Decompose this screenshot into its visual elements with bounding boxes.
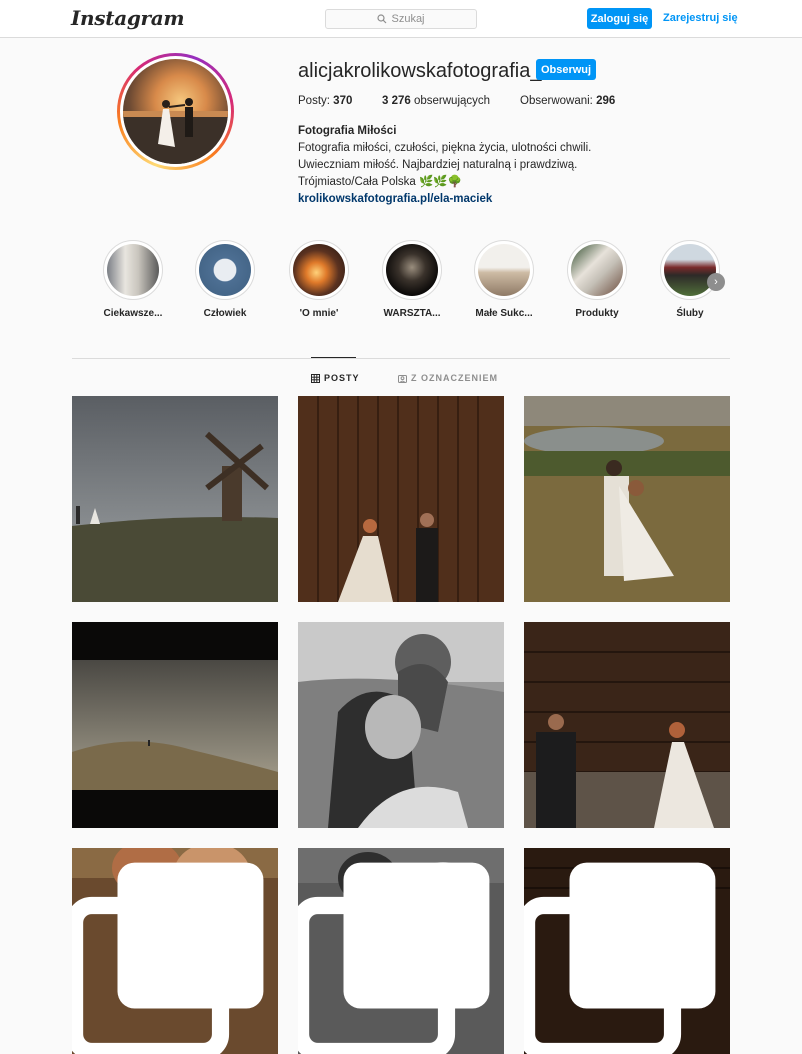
- posts-count-value: 370: [333, 95, 353, 107]
- highlight-label: Produkty: [575, 308, 619, 319]
- profile-bio: Fotografia Miłości Fotografia miłości, c…: [298, 123, 591, 208]
- search-placeholder: Szukaj: [391, 13, 425, 25]
- story-highlight[interactable]: Małe Sukc...: [469, 240, 539, 319]
- followers-count-value: 3 276: [382, 95, 411, 107]
- tabs-divider: [72, 358, 730, 359]
- post-image: [524, 396, 730, 602]
- profile-avatar[interactable]: [117, 53, 234, 170]
- highlight-label: Ciekawsze...: [103, 308, 163, 319]
- highlight-cover: [382, 240, 442, 300]
- following-count-value: 296: [596, 95, 616, 107]
- posts-label: Posty:: [298, 95, 330, 107]
- tab-tagged-label: Z OZNACZENIEM: [411, 373, 498, 383]
- grid-icon: [311, 373, 320, 383]
- post-thumbnail[interactable]: [72, 848, 278, 1054]
- post-thumbnail[interactable]: [298, 848, 504, 1054]
- profile-username: alicjakrolikowskafotografia_: [298, 60, 542, 82]
- highlight-cover: [660, 240, 720, 300]
- active-tab-indicator: [311, 357, 356, 358]
- story-highlight[interactable]: 'O mnie': [284, 240, 354, 319]
- posts-count: Posty: 370: [298, 95, 352, 107]
- highlight-label: Małe Sukc...: [475, 308, 533, 319]
- bio-line: Trójmiasto/Cała Polska 🌿🌿🌳: [298, 176, 462, 188]
- carousel-icon: [298, 862, 490, 1054]
- highlight-cover: [474, 240, 534, 300]
- highlight-cover: [567, 240, 627, 300]
- top-navigation-bar: Instagram Szukaj Zaloguj się Zarejestruj…: [0, 0, 802, 38]
- highlight-label: Śluby: [676, 308, 704, 319]
- post-image: [72, 396, 278, 602]
- story-highlight[interactable]: Ciekawsze...: [98, 240, 168, 319]
- search-input[interactable]: Szukaj: [325, 9, 477, 29]
- highlight-cover: [195, 240, 255, 300]
- profile-full-name: Fotografia Miłości: [298, 125, 397, 137]
- tab-posts-label: POSTY: [324, 373, 360, 383]
- post-image: [298, 396, 504, 602]
- following-count[interactable]: Obserwowani: 296: [520, 95, 615, 107]
- signup-link[interactable]: Zarejestruj się: [663, 12, 738, 24]
- carousel-icon: [524, 862, 716, 1054]
- avatar-photo: [123, 59, 228, 164]
- post-thumbnail[interactable]: [298, 622, 504, 828]
- post-thumbnail[interactable]: [72, 396, 278, 602]
- tab-posts[interactable]: POSTY: [311, 373, 360, 383]
- tab-tagged[interactable]: Z OZNACZENIEM: [398, 373, 498, 383]
- story-highlight[interactable]: WARSZTA...: [377, 240, 447, 319]
- story-highlight[interactable]: Człowiek: [190, 240, 260, 319]
- highlight-label: Człowiek: [203, 308, 247, 319]
- highlight-label: WARSZTA...: [383, 308, 441, 319]
- followers-count[interactable]: 3 276 obserwujących: [382, 95, 490, 107]
- search-icon: [377, 14, 387, 24]
- bio-line: Fotografia miłości, czułości, piękna życ…: [298, 142, 592, 154]
- followers-label: obserwujących: [413, 95, 491, 107]
- post-image: [72, 622, 278, 828]
- post-thumbnail[interactable]: [524, 848, 730, 1054]
- login-button[interactable]: Zaloguj się: [587, 8, 652, 29]
- following-label: Obserwowani:: [520, 95, 593, 107]
- post-image: [524, 622, 730, 828]
- post-thumbnail[interactable]: [524, 396, 730, 602]
- post-image: [298, 622, 504, 828]
- post-thumbnail[interactable]: [524, 622, 730, 828]
- highlight-cover: [103, 240, 163, 300]
- highlight-label: 'O mnie': [299, 308, 339, 319]
- highlight-cover: [289, 240, 349, 300]
- carousel-icon: [72, 862, 264, 1054]
- tag-icon: [398, 374, 407, 383]
- story-highlight[interactable]: Produkty: [562, 240, 632, 319]
- chevron-right-icon[interactable]: ›: [707, 273, 725, 291]
- profile-website-link[interactable]: krolikowskafotografia.pl/ela-maciek: [298, 191, 591, 208]
- follow-button[interactable]: Obserwuj: [536, 59, 596, 80]
- instagram-logo[interactable]: Instagram: [71, 6, 185, 30]
- post-thumbnail[interactable]: [72, 622, 278, 828]
- post-thumbnail[interactable]: [298, 396, 504, 602]
- bio-line: Uwieczniam miłość. Najbardziej naturalną…: [298, 159, 578, 171]
